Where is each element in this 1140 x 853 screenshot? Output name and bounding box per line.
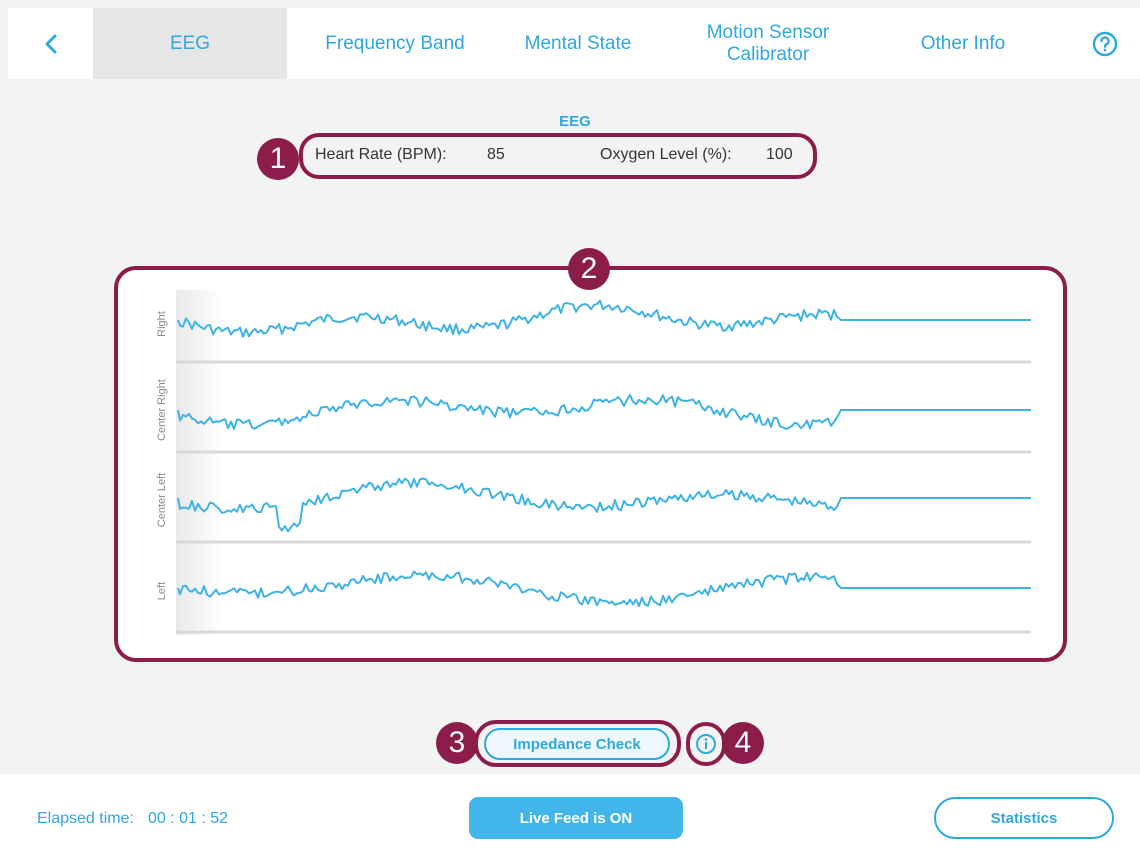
elapsed-value: 00 : 01 : 52 [147,810,228,827]
info-circle-icon [696,734,716,754]
eeg-chart [176,290,1031,635]
channel-label-left: Left [156,581,168,601]
channel-label-center-right: Center Right [156,379,168,441]
tab-label: Frequency Band [325,32,465,54]
eeg-trace-right [177,299,1031,338]
tab-label: Motion Sensor Calibrator [706,21,830,65]
marker-3: 3 [436,722,478,764]
impedance-check-button[interactable]: Impedance Check [484,728,670,760]
tab-label: EEG [169,32,211,54]
tab-label: Other Info [920,32,1006,54]
top-nav-bar: EEG Frequency Band Mental State Motion S… [8,8,1140,79]
back-button[interactable] [8,8,93,79]
help-button[interactable] [1080,8,1130,79]
oxygen-level-label: Oxygen Level (%): [600,146,732,163]
tab-label: Mental State [524,32,632,54]
elapsed-time: Elapsed time: 00 : 01 : 52 [37,810,228,828]
tab-motion-sensor-calibrator[interactable]: Motion Sensor Calibrator [668,8,868,79]
heart-rate-label: Heart Rate (BPM): [315,146,447,163]
channel-label-right: Right [156,311,168,337]
marker-1: 1 [257,138,299,180]
statistics-button[interactable]: Statistics [934,797,1114,839]
info-button[interactable] [695,733,717,755]
marker-4: 4 [722,722,764,764]
tab-mental-state[interactable]: Mental State [503,8,653,79]
elapsed-label: Elapsed time: [37,810,134,827]
oxygen-level-value: 100 [766,146,793,163]
chevron-left-icon [45,34,56,53]
tab-other-info[interactable]: Other Info [888,8,1038,79]
eeg-trace-center-left [177,477,1031,533]
question-circle-icon [1092,31,1118,56]
tab-frequency-band[interactable]: Frequency Band [290,8,500,79]
heart-rate-value: 85 [487,146,505,163]
eeg-trace-left [177,570,1031,608]
section-title: EEG [559,113,591,130]
chart-shading [176,290,222,635]
tab-eeg[interactable]: EEG [93,8,287,79]
live-feed-button[interactable]: Live Feed is ON [469,797,683,839]
eeg-trace-center-right [177,394,1031,430]
channel-label-center-left: Center Left [156,472,168,528]
